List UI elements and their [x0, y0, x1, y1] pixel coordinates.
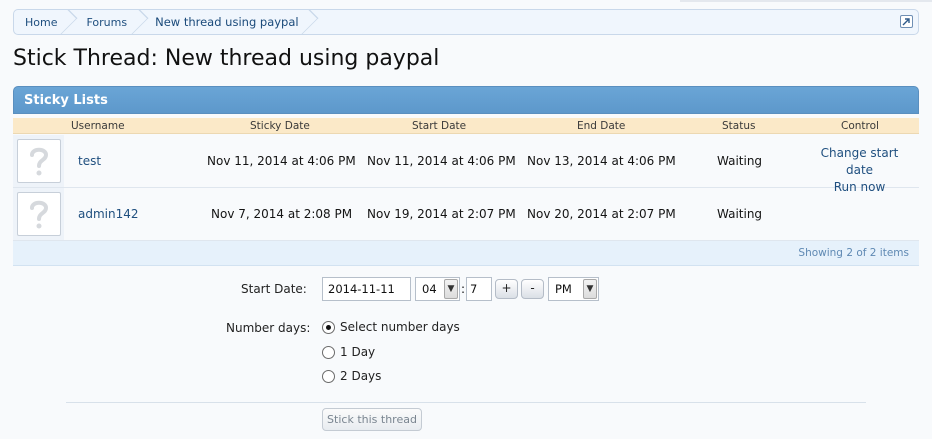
change-start-date-link[interactable]: Change start date	[807, 145, 912, 179]
hour-value: 04	[422, 282, 437, 296]
hour-select[interactable]: 04 ▼	[415, 277, 460, 301]
column-status: Status	[722, 120, 756, 132]
question-mark-icon	[30, 147, 49, 176]
radio-1-day[interactable]: 1 Day	[322, 345, 375, 359]
sticky-date: Nov 11, 2014 at 4:06 PM	[207, 154, 356, 168]
end-date: Nov 20, 2014 at 2:07 PM	[527, 207, 676, 221]
avatar-cell	[13, 135, 64, 187]
default-avatar-question-icon[interactable]	[17, 192, 61, 236]
radio-2-days[interactable]: 2 Days	[322, 369, 381, 383]
username-link[interactable]: admin142	[78, 207, 139, 221]
question-mark-icon	[30, 200, 49, 229]
radio-button[interactable]	[322, 369, 335, 383]
breadcrumb-current[interactable]: New thread using paypal	[141, 10, 311, 34]
ampm-value: PM	[555, 282, 572, 296]
form-divider	[66, 402, 866, 403]
end-date: Nov 13, 2014 at 4:06 PM	[527, 154, 676, 168]
default-avatar-question-icon[interactable]	[17, 139, 61, 183]
radio-label: Select number days	[340, 320, 460, 334]
column-username: Username	[71, 120, 125, 132]
start-date-label: Start Date:	[241, 282, 307, 296]
minute-input[interactable]	[466, 277, 492, 301]
column-sticky-date: Sticky Date	[250, 120, 310, 132]
status-text: Waiting	[717, 154, 763, 168]
breadcrumb-forums[interactable]: Forums	[70, 10, 141, 34]
column-end-date: End Date	[577, 120, 626, 132]
avatar-cell	[13, 188, 64, 240]
radio-button[interactable]	[322, 345, 335, 359]
table-row: test Nov 11, 2014 at 4:06 PM Nov 11, 201…	[13, 135, 919, 194]
table-row: admin142 Nov 7, 2014 at 2:08 PM Nov 19, …	[13, 188, 919, 241]
stick-thread-button[interactable]: Stick this thread	[322, 408, 422, 431]
ampm-select[interactable]: PM ▼	[548, 277, 599, 301]
sticky-date: Nov 7, 2014 at 2:08 PM	[211, 207, 353, 221]
page-title: Stick Thread: New thread using paypal	[13, 46, 440, 71]
start-date: Nov 19, 2014 at 2:07 PM	[367, 207, 516, 221]
column-start-date: Start Date	[412, 120, 467, 132]
radio-select-number-days[interactable]: Select number days	[322, 320, 460, 334]
panel-header: Sticky Lists	[13, 86, 919, 114]
chevron-down-icon: ▼	[583, 279, 597, 299]
start-date-input[interactable]	[322, 277, 411, 301]
radio-button-checked[interactable]	[322, 320, 335, 334]
increment-button[interactable]: +	[495, 279, 518, 299]
radio-label: 1 Day	[340, 345, 376, 359]
status-text: Waiting	[717, 207, 763, 221]
chevron-down-icon: ▼	[444, 279, 458, 299]
start-date: Nov 11, 2014 at 4:06 PM	[367, 154, 516, 168]
column-header-row: Username Sticky Date Start Date End Date…	[13, 118, 919, 134]
decrement-button[interactable]: -	[521, 279, 544, 299]
breadcrumb-home[interactable]: Home	[14, 10, 70, 34]
breadcrumb: Home Forums New thread using paypal	[13, 9, 919, 35]
external-jump-icon[interactable]	[900, 15, 913, 28]
column-control: Control	[841, 120, 879, 132]
top-strip	[680, 0, 932, 2]
time-separator: :	[461, 282, 466, 296]
radio-label: 2 Days	[340, 369, 382, 383]
number-days-label: Number days:	[226, 321, 311, 335]
showing-count: Showing 2 of 2 items	[798, 247, 909, 259]
pagination-footer: Showing 2 of 2 items	[13, 241, 919, 266]
arrow-up-right-icon	[902, 18, 910, 26]
username-link[interactable]: test	[78, 154, 101, 168]
